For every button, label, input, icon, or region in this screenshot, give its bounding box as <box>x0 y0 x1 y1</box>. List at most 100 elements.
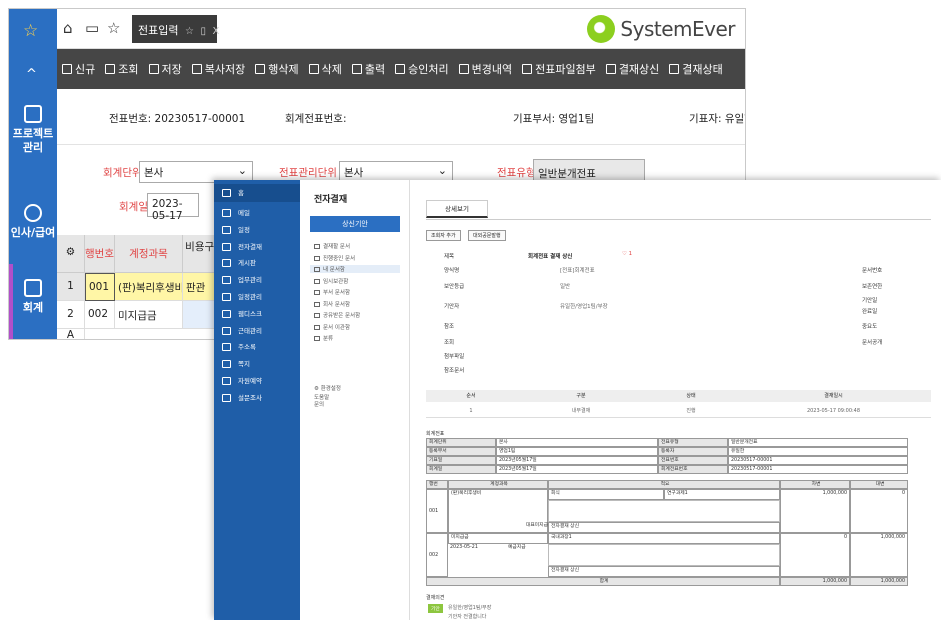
voucher-document: 회계전표 회계단위 본사 전표유형 일반분개전표 등록부서 영업1팀 등록자 유일한 기표일 20… <box>426 430 931 620</box>
approval-nav-item[interactable]: 자원예약 <box>214 372 300 390</box>
doc-info-cell: 등록자 <box>658 447 728 456</box>
accounting-date-input[interactable]: 2023-05-17 <box>147 193 199 222</box>
sidebar-item[interactable]: 진행중인 문서 <box>314 254 355 262</box>
nav-item-icon <box>222 326 231 335</box>
nav-item-icon <box>222 276 231 285</box>
sidebar-item-label: 진행중인 문서 <box>323 255 356 262</box>
delete-button[interactable]: 삭제 <box>308 61 342 77</box>
copy-save-button[interactable]: 복사저장 <box>191 61 246 77</box>
sidebar-item[interactable]: 회사 문서함 <box>314 300 350 308</box>
approval-nav-item[interactable]: 웹디스크 <box>214 305 300 323</box>
home-icon[interactable]: ⌂ <box>63 19 73 37</box>
approval-nav-item[interactable]: 쪽지 <box>214 355 300 373</box>
doc-info-cell: 전표유형 <box>658 438 728 447</box>
voucher-grid: ⚙ 행번호 계정과목 비용구분 1 001 (판)복리후생비 판관 2 002 … <box>57 235 227 339</box>
approval-nav-item[interactable]: 근태관리 <box>214 322 300 340</box>
sidebar-contact[interactable]: 문의 <box>314 400 324 408</box>
sidebar-item-label: 문서 이관함 <box>323 324 351 331</box>
favorite-star-icon[interactable]: ☆ <box>23 21 38 41</box>
approval-nav-item[interactable]: 설문조사 <box>214 389 300 407</box>
doc-info-cell: 20230517-00001 <box>728 465 908 474</box>
grid-cell-account[interactable]: 미지급금 <box>115 301 183 329</box>
voucher-writer: 기표자: 유일한 <box>689 113 745 125</box>
search-button[interactable]: 조회 <box>105 61 139 77</box>
doc-info-cell: 유일한 <box>728 447 908 456</box>
sidebar-item[interactable]: 부서 문서함 <box>314 288 350 296</box>
attach-file-button[interactable]: 전표파일첨부 <box>522 61 596 77</box>
nav-item-icon <box>222 189 231 197</box>
line-cell-status: 진행 <box>646 404 736 418</box>
sidebar-item-label: 내 문서함 <box>323 267 345 273</box>
sidebar-item-label: 임시보관함 <box>323 278 349 285</box>
approve-button[interactable]: 승인처리 <box>395 61 449 77</box>
approval-nav-item[interactable]: 홈 <box>214 184 300 202</box>
approval-nav-item[interactable]: 일정관리 <box>214 288 300 306</box>
grid-cell-line[interactable]: 002 <box>85 301 115 329</box>
voucher-number: 전표번호: 20230517-00001 <box>109 113 246 125</box>
person-icon <box>24 204 42 222</box>
nav-project-management[interactable]: 프로젝트 관리 <box>9 105 57 155</box>
nav-item-icon <box>222 377 231 385</box>
line-cell-order: 1 <box>426 404 516 418</box>
drafter-value: 유일한/영업1팀/부장 <box>560 304 608 310</box>
doc-head-account: 계정과목 <box>448 480 548 489</box>
doc-row2-sub2: 전자결재 상신 <box>548 566 780 577</box>
tab-voucher-entry[interactable]: 전표입력 ☆ ▯ X <box>132 15 219 43</box>
tab-bar: ⌂ ▭ ☆ 전표입력 ☆ ▯ X SystemEver <box>57 9 745 49</box>
nav-item-icon <box>222 293 231 301</box>
print-button[interactable]: 출력 <box>351 61 385 77</box>
gear-icon: ⚙ <box>314 386 321 392</box>
grid-cell-line[interactable]: 001 <box>85 273 115 301</box>
line-header-type: 구분 <box>516 390 646 402</box>
nav-accounting[interactable]: 회계 <box>9 279 57 315</box>
tab-copy-icon[interactable]: ▯ <box>200 26 206 37</box>
toolbar-label: 복사저장 <box>204 63 246 76</box>
field-label: 첨부파일 <box>444 354 465 360</box>
sidebar-item[interactable]: 결재할 문서 <box>314 242 350 250</box>
approval-nav-item[interactable]: 업무관리 <box>214 271 300 289</box>
sidebar-settings[interactable]: ⚙ 환경설정 <box>314 384 341 392</box>
approval-nav-item[interactable]: 일정 <box>214 221 300 239</box>
approval-nav-item[interactable]: 메일 <box>214 204 300 222</box>
approval-nav-item[interactable]: 전자결재 <box>214 238 300 256</box>
sidebar-item[interactable]: 분류 <box>314 334 333 342</box>
new-button[interactable]: 신규 <box>62 61 95 77</box>
change-history-button[interactable]: 변경내역 <box>458 61 512 77</box>
field-label-right: 기안일 <box>862 298 878 304</box>
approval-status-button[interactable]: 결재상태 <box>669 61 723 77</box>
bookmark-star-icon[interactable]: ☆ <box>107 19 120 37</box>
toolbar-label: 조회 <box>118 63 139 76</box>
sidebar-item[interactable]: 내 문서함 <box>310 265 400 273</box>
doc-head-line: 행번 <box>426 480 448 489</box>
approval-nav-item[interactable]: 주소록 <box>214 338 300 356</box>
approval-nav-item[interactable]: 게시판 <box>214 254 300 272</box>
delete-row-button[interactable]: 행삭제 <box>255 61 299 77</box>
new-draft-button[interactable]: 상신기안 <box>310 216 400 232</box>
save-button[interactable]: 저장 <box>148 61 182 77</box>
issue-external-doc-button[interactable]: 대외공문발행 <box>468 230 506 241</box>
sidebar-item[interactable]: 임시보관함 <box>314 277 348 285</box>
mgmt-unit-value: 본사 <box>344 167 364 179</box>
opinion-user: 유일한/영업1팀/부장 <box>448 605 492 611</box>
doc-info-cell: 회계단위 <box>426 438 496 447</box>
submit-approval-button[interactable]: 결재상신 <box>605 61 659 77</box>
field-label: 양식명 <box>444 268 460 274</box>
doc-row2-memo1: 국내과장1 <box>548 533 780 544</box>
field-label-right: 보존연한 <box>862 284 883 290</box>
doc-total-credit: 1,000,000 <box>850 577 908 586</box>
sidebar-item[interactable]: 공유받은 문서함 <box>314 311 360 319</box>
doc-row1-credit: 0 <box>850 489 908 533</box>
gear-icon[interactable]: ⚙ <box>66 246 75 258</box>
grid-settings-header[interactable]: ⚙ <box>57 235 85 273</box>
grid-header-account: 계정과목 <box>115 235 183 273</box>
sidebar-item[interactable]: 문서 이관함 <box>314 323 350 331</box>
tab-close-icon[interactable]: X <box>212 26 219 37</box>
line-header-order: 순서 <box>426 390 516 402</box>
collapse-caret-icon[interactable]: ^ <box>26 67 37 82</box>
grid-cell-account[interactable]: (판)복리후생비 <box>115 273 183 301</box>
tab-star-icon[interactable]: ☆ <box>185 26 194 37</box>
add-viewer-button[interactable]: 조회자 추가 <box>426 230 461 241</box>
tab-detail-view[interactable]: 상세보기 <box>426 200 488 218</box>
window-icon[interactable]: ▭ <box>85 19 99 37</box>
nav-hr-payroll[interactable]: 인사/급여 <box>9 204 57 240</box>
